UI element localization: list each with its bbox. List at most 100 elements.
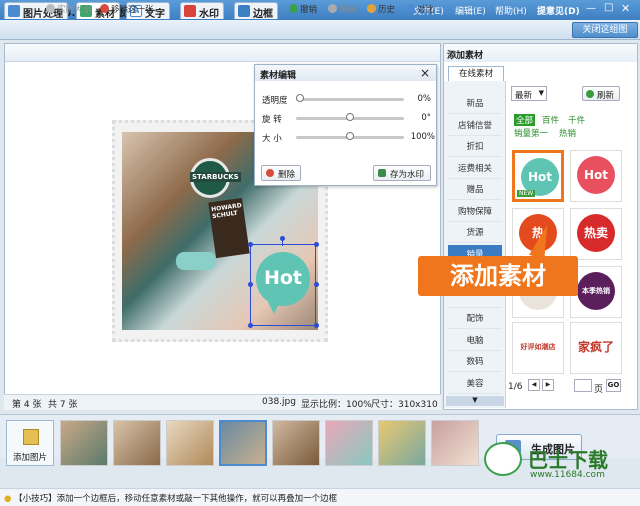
page-unit: 页 bbox=[594, 385, 604, 395]
material-thumb-label: 本季热销 bbox=[577, 272, 615, 310]
prev-page-icon[interactable]: ◀ bbox=[528, 379, 540, 391]
opacity-value: 0% bbox=[417, 94, 432, 104]
category-item[interactable]: 赠品 bbox=[448, 180, 502, 200]
go-button[interactable]: GO bbox=[606, 379, 621, 392]
save-watermark-button[interactable]: 存为水印 bbox=[373, 165, 431, 181]
size-label: 大 小 bbox=[262, 134, 282, 144]
maximize-icon[interactable]: □ bbox=[604, 2, 613, 13]
film-thumb[interactable] bbox=[378, 420, 426, 466]
filter-hundred[interactable]: 百件 bbox=[542, 114, 559, 126]
remove-icon bbox=[100, 4, 109, 13]
material-thumb[interactable]: 好评如潮店主推介 bbox=[512, 322, 564, 374]
delete-button[interactable]: 删除 bbox=[261, 165, 301, 181]
menu-edit[interactable]: 编辑(E) bbox=[455, 4, 486, 17]
tab-border[interactable]: 边框 bbox=[234, 2, 278, 20]
film-thumb[interactable] bbox=[113, 420, 161, 466]
material-thumb[interactable]: 家疯了 bbox=[570, 322, 622, 374]
film-thumb[interactable] bbox=[325, 420, 373, 466]
file-name: 038.jpg bbox=[262, 397, 296, 407]
material-thumb[interactable]: Hot NEW bbox=[512, 150, 564, 202]
tab-bar bbox=[0, 20, 640, 40]
menu-feedback[interactable]: 提意见(D) bbox=[537, 4, 580, 17]
category-item[interactable]: 美容 bbox=[448, 374, 502, 394]
hot-sticker-tail bbox=[268, 302, 280, 314]
resize-handle-tl[interactable] bbox=[248, 242, 253, 247]
film-thumb[interactable] bbox=[60, 420, 108, 466]
resize-handle-bl[interactable] bbox=[248, 323, 253, 328]
material-thumb-label: 热卖 bbox=[577, 214, 615, 252]
category-item[interactable]: 新品 bbox=[448, 94, 502, 114]
zoom-icon bbox=[46, 4, 55, 13]
filter-top-sales[interactable]: 销量第一 bbox=[514, 127, 548, 139]
film-thumb[interactable] bbox=[219, 420, 267, 466]
delete-icon bbox=[266, 169, 274, 177]
resize-handle-l[interactable] bbox=[248, 282, 253, 287]
opacity-knob[interactable] bbox=[296, 94, 304, 102]
film-thumb[interactable] bbox=[166, 420, 214, 466]
image-icon bbox=[8, 5, 20, 17]
page-number: 第 4 张 bbox=[12, 400, 42, 410]
category-item[interactable]: 购物保障 bbox=[448, 202, 502, 222]
hot-sticker[interactable]: Hot bbox=[256, 252, 310, 306]
sort-select[interactable]: 最新 ▼ bbox=[511, 86, 547, 101]
filter-hot[interactable]: 热销 bbox=[559, 127, 576, 139]
watermark-url: www.11684.com bbox=[530, 470, 605, 480]
category-item[interactable]: 货源 bbox=[448, 223, 502, 243]
resize-handle-br[interactable] bbox=[314, 323, 319, 328]
add-image-icon bbox=[23, 429, 39, 445]
material-thumb[interactable]: 热卖 bbox=[570, 208, 622, 260]
minimize-icon[interactable]: — bbox=[586, 3, 596, 14]
history-button[interactable]: 历史 bbox=[367, 3, 395, 15]
rotate-value: 0° bbox=[421, 113, 431, 123]
next-page-icon[interactable]: ▶ bbox=[542, 379, 554, 391]
display-scale: 显示比例：100% bbox=[301, 400, 372, 410]
remove-one-button[interactable]: 移除这一张 bbox=[100, 3, 154, 15]
close-icon[interactable]: ✕ bbox=[621, 2, 630, 15]
film-thumb[interactable] bbox=[431, 420, 479, 466]
resize-handle-tr[interactable] bbox=[314, 242, 319, 247]
size-knob[interactable] bbox=[346, 132, 354, 140]
opacity-slider[interactable] bbox=[296, 98, 404, 101]
material-thumb-label: 好评如潮店主推介 bbox=[519, 328, 557, 366]
toy-car-image bbox=[176, 252, 216, 270]
category-item[interactable]: 电脑 bbox=[448, 331, 502, 351]
page-indicator: 1/6 bbox=[508, 382, 523, 392]
refresh-button[interactable]: 刷新 bbox=[582, 86, 620, 101]
cup-brand-text: STARBUCKS bbox=[190, 172, 241, 182]
category-item[interactable]: 配饰 bbox=[448, 309, 502, 329]
image-size: 尺寸：310x310 bbox=[371, 400, 438, 410]
edit-panel-title: 素材编辑 bbox=[255, 65, 436, 81]
new-badge: NEW bbox=[517, 190, 536, 197]
compare-button[interactable]: 对比 bbox=[406, 3, 434, 15]
material-thumb-label: 家疯了 bbox=[577, 328, 615, 366]
actual-size-button[interactable]: 实际大小 bbox=[46, 3, 91, 15]
tip-text: 【小技巧】添加一个边框后，移动任意素材或敲一下其他操作，就可以再叠加一个边框 bbox=[14, 494, 338, 504]
category-item[interactable]: 数码 bbox=[448, 352, 502, 372]
tab-online-material[interactable]: 在线素材 bbox=[448, 66, 504, 81]
page-input[interactable] bbox=[574, 379, 592, 392]
category-item[interactable]: 折扣 bbox=[448, 137, 502, 157]
category-scroll-down[interactable]: ▼ bbox=[446, 396, 504, 406]
refresh-icon bbox=[586, 90, 594, 98]
film-thumb[interactable] bbox=[272, 420, 320, 466]
menu-help[interactable]: 帮助(H) bbox=[495, 4, 527, 17]
redo-icon bbox=[328, 4, 337, 13]
site-watermark: 巴士下载 www.11684.com bbox=[484, 440, 636, 486]
rotate-knob[interactable] bbox=[346, 113, 354, 121]
watermark-logo-icon bbox=[484, 442, 522, 476]
edit-panel-close-icon[interactable]: × bbox=[420, 66, 430, 80]
tab-watermark[interactable]: 水印 bbox=[180, 2, 224, 20]
resize-handle-r[interactable] bbox=[314, 282, 319, 287]
material-thumb[interactable]: Hot bbox=[570, 150, 622, 202]
watermark-icon bbox=[184, 5, 196, 17]
filter-all[interactable]: 全部 bbox=[514, 114, 536, 126]
rotate-handle[interactable] bbox=[280, 236, 285, 241]
close-group-button[interactable]: 关闭这组图 bbox=[572, 22, 638, 38]
category-item[interactable]: 店铺信誉 bbox=[448, 116, 502, 136]
redo-button[interactable]: 重做 bbox=[328, 3, 356, 15]
lightbulb-icon: ● bbox=[4, 494, 12, 504]
undo-button[interactable]: 撤销 bbox=[289, 3, 317, 15]
category-item[interactable]: 运费相关 bbox=[448, 159, 502, 179]
filter-thousand[interactable]: 千件 bbox=[568, 114, 585, 126]
add-image-button[interactable]: 添加图片 bbox=[6, 420, 54, 466]
